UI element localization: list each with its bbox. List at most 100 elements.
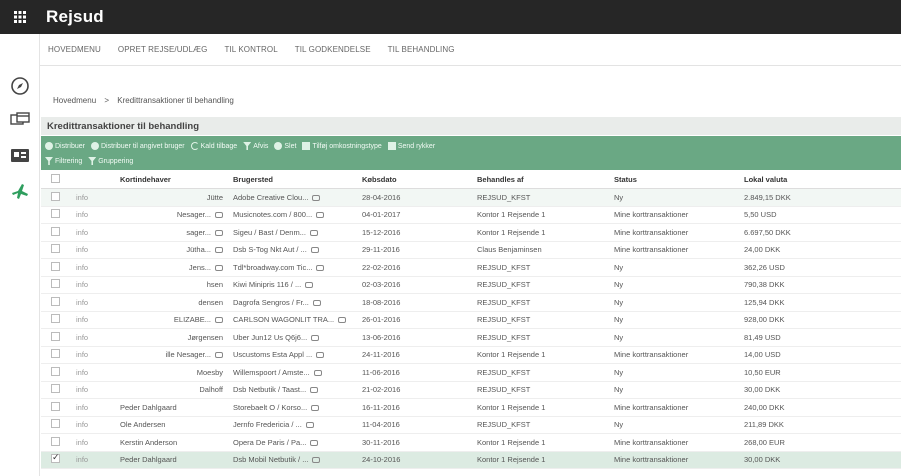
row-checkbox[interactable] <box>51 366 60 376</box>
comment-icon[interactable] <box>309 229 318 236</box>
row-info-link[interactable]: info <box>76 280 120 289</box>
compass-icon[interactable] <box>8 74 32 98</box>
row-info-link[interactable]: info <box>76 245 120 254</box>
comment-icon[interactable] <box>215 212 223 219</box>
menu-til-godkendelse[interactable]: TIL GODKENDELSE <box>295 45 371 54</box>
row-info-link[interactable]: info <box>76 333 120 342</box>
filter-button[interactable]: Filtrering <box>45 157 82 165</box>
row-checkbox[interactable] <box>51 279 60 289</box>
comment-icon[interactable] <box>215 247 223 254</box>
row-checkbox[interactable] <box>51 384 60 394</box>
row-checkbox[interactable] <box>51 401 60 411</box>
cardholder-name: hsen <box>206 280 223 290</box>
menu-til-kontrol[interactable]: TIL KONTROL <box>224 45 277 54</box>
comment-icon[interactable] <box>305 282 314 289</box>
delete-button[interactable]: Slet <box>274 142 296 150</box>
row-info-link[interactable]: info <box>76 315 120 324</box>
col-purchase-date[interactable]: Købsdato <box>362 175 477 184</box>
row-info-link[interactable]: info <box>76 298 120 307</box>
comment-icon[interactable] <box>305 422 314 429</box>
row-info-link[interactable]: info <box>76 420 120 429</box>
comment-icon[interactable] <box>310 247 319 254</box>
table-row[interactable]: info Jütha... Dsb S-Tog Nkt Aut / ... 29-11… <box>41 242 901 259</box>
col-handled-by[interactable]: Behandles af <box>477 175 614 184</box>
row-info-link[interactable]: info <box>76 228 120 237</box>
grid-icon[interactable] <box>0 0 40 34</box>
comment-icon[interactable] <box>311 404 320 411</box>
table-row[interactable]: info hsen Kiwi Minipris 116 / ... 02-03-201… <box>41 277 901 294</box>
table-row[interactable]: info densen Dagrofa Sengros / Fr... 18-08-2… <box>41 294 901 312</box>
comment-icon[interactable] <box>215 352 223 359</box>
table-row[interactable]: info Jens... Tdl*broadway.com Tic... 22-02-… <box>41 259 901 277</box>
row-info-link[interactable]: info <box>76 385 120 394</box>
row-checkbox[interactable] <box>51 296 60 306</box>
comment-icon[interactable] <box>316 264 325 271</box>
comment-icon[interactable] <box>312 457 321 464</box>
table-row[interactable]: info Peder Dahlgaard Storebaelt O / Korso.… <box>41 399 901 417</box>
comment-icon[interactable] <box>338 317 347 324</box>
row-info-link[interactable]: info <box>76 210 120 219</box>
col-merchant[interactable]: Brugersted <box>233 175 362 184</box>
cards-icon[interactable] <box>8 108 32 132</box>
row-info-link[interactable]: info <box>76 263 120 272</box>
comment-icon[interactable] <box>311 334 320 341</box>
table-row[interactable]: infoPeder Dahlgaard Dsb Mobil Netbutik / … <box>41 451 901 469</box>
add-cost-type-button[interactable]: Tilføj omkostningstype <box>302 142 382 150</box>
row-info-link[interactable]: info <box>76 438 120 447</box>
plane-icon[interactable] <box>8 180 32 204</box>
row-checkbox[interactable] <box>51 314 60 324</box>
reject-button[interactable]: Afvis <box>243 142 268 150</box>
table-row[interactable]: info ELIZABE... CARLSON WAGONLIT TRA... 26-… <box>41 312 901 329</box>
funnel-icon <box>243 142 252 150</box>
row-info-link[interactable]: info <box>76 368 120 377</box>
col-local-currency[interactable]: Lokal valuta <box>744 175 864 184</box>
table-row[interactable]: info Moesby Willemspoort / Amste... 11-06-2… <box>41 364 901 382</box>
table-row[interactable]: info Jørgensen Uber Jun12 Us Q6j6... 13-06-… <box>41 329 901 347</box>
table-row[interactable]: info sager... Sigeu / Bast / Denm... 15-12-… <box>41 224 901 242</box>
row-checkbox[interactable] <box>51 331 60 341</box>
menu-opret-rejse[interactable]: OPRET REJSE/UDLÆG <box>118 45 208 54</box>
comment-icon[interactable] <box>313 369 322 376</box>
table-row[interactable]: info Jütte Adobe Creative Clou... 28-04-201… <box>41 189 901 207</box>
row-checkbox[interactable] <box>51 191 60 201</box>
comment-icon[interactable] <box>215 229 223 236</box>
row-info-link[interactable]: info <box>76 403 120 412</box>
row-info-link[interactable]: info <box>76 350 120 359</box>
comment-icon[interactable] <box>310 439 319 446</box>
row-checkbox[interactable] <box>51 436 60 446</box>
card-reader-icon[interactable] <box>8 144 32 168</box>
row-checkbox[interactable] <box>51 452 60 464</box>
recall-button[interactable]: Kald tilbage <box>190 142 237 150</box>
table-row[interactable]: info Kerstin Anderson Opera De Paris / Pa.… <box>41 434 901 452</box>
menu-hovedmenu[interactable]: HOVEDMENU <box>48 45 101 54</box>
row-checkbox[interactable] <box>51 244 60 254</box>
merchant-name: Dsb Mobil Netbutik / ... <box>233 455 309 465</box>
comment-icon[interactable] <box>215 264 223 271</box>
row-info-link[interactable]: info <box>76 193 120 202</box>
row-checkbox[interactable] <box>51 209 60 219</box>
comment-icon[interactable] <box>310 387 319 394</box>
row-checkbox[interactable] <box>51 419 60 429</box>
distribute-to-user-button[interactable]: Distribuer til angivet bruger <box>90 142 185 150</box>
row-checkbox[interactable] <box>51 261 60 271</box>
comment-icon[interactable] <box>316 352 325 359</box>
row-checkbox[interactable] <box>51 226 60 236</box>
distribute-button[interactable]: Distribuer <box>45 142 85 150</box>
table-row[interactable]: info ille Nesager... Uscustoms Esta Appl .… <box>41 347 901 364</box>
col-status[interactable]: Status <box>614 175 744 184</box>
comment-icon[interactable] <box>312 299 321 306</box>
comment-icon[interactable] <box>316 212 325 219</box>
menu-til-behandling[interactable]: TIL BEHANDLING <box>388 45 455 54</box>
col-cardholder[interactable]: Kortindehaver <box>120 175 233 184</box>
breadcrumb-home[interactable]: Hovedmenu <box>53 96 96 105</box>
comment-icon[interactable] <box>215 317 223 324</box>
send-reminder-button[interactable]: Send rykker <box>387 142 435 150</box>
table-row[interactable]: info Nesager... Musicnotes.com / 800... 04-… <box>41 207 901 224</box>
row-info-link[interactable]: info <box>76 455 120 464</box>
group-button[interactable]: Gruppering <box>88 157 133 165</box>
row-checkbox[interactable] <box>51 349 60 359</box>
comment-icon[interactable] <box>312 194 321 201</box>
table-row[interactable]: info Ole Andersen Jernfo Fredericia / ... 1… <box>41 417 901 434</box>
table-row[interactable]: info Dalhoff Dsb Netbutik / Taast... 21-02-… <box>41 382 901 399</box>
select-all-checkbox[interactable] <box>51 174 60 183</box>
